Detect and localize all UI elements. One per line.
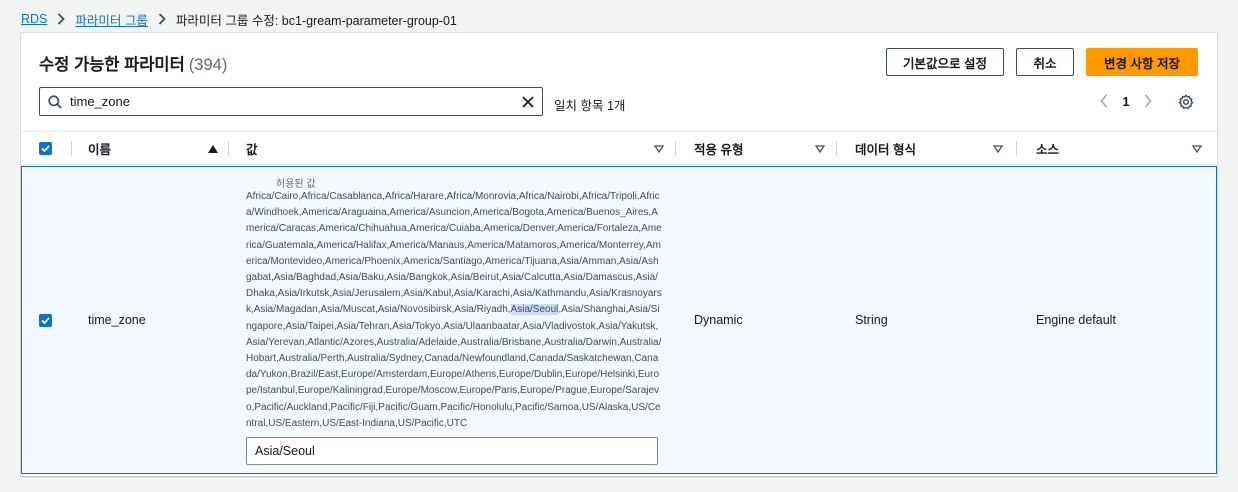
select-all-cell — [39, 132, 59, 165]
column-header-name[interactable]: 이름 — [88, 132, 218, 165]
panel-title: 수정 가능한 파라미터 (394) — [39, 51, 227, 75]
panel-title-text: 수정 가능한 파라미터 — [39, 56, 185, 74]
parameters-panel: 수정 가능한 파라미터(394) 기본값으로 설정 취소 변경 사항 저장 일치… — [21, 33, 1217, 476]
breadcrumb-current: 파라미터 그룹 수정: bc1-gream-parameter-group-01 — [175, 13, 457, 28]
select-all-checkbox[interactable] — [39, 142, 52, 155]
column-header-source[interactable]: 소스 — [1036, 132, 1202, 165]
page-number[interactable]: 1 — [1115, 94, 1137, 109]
column-header-value[interactable]: 값 — [246, 132, 664, 165]
close-icon[interactable] — [514, 95, 542, 108]
search-input[interactable] — [70, 94, 514, 109]
table-header: 이름 값 적용 유형 데이터 형식 소스 — [21, 131, 1217, 165]
data-type-value: String — [855, 313, 888, 327]
match-count: 일치 항목 1개 — [554, 99, 626, 113]
column-apply-type-label: 적용 유형 — [694, 143, 744, 157]
column-value-label: 값 — [246, 143, 258, 157]
sort-down-icon[interactable] — [815, 144, 825, 153]
breadcrumb-rds[interactable]: RDS — [21, 12, 47, 26]
column-divider — [836, 141, 837, 156]
column-name-label: 이름 — [88, 143, 112, 157]
parameter-count: (394) — [188, 56, 228, 74]
allowed-values-before: Africa/Cairo,Africa/Casablanca,Africa/Ha… — [246, 191, 662, 316]
allowed-values-title: 허용된 값 — [276, 179, 316, 190]
column-divider — [1016, 141, 1017, 156]
allowed-values-after: ,Asia/Shanghai,Asia/Singapore,Asia/Taipe… — [246, 304, 662, 429]
source-value: Engine default — [1036, 313, 1116, 327]
chevron-right-icon — [57, 13, 66, 25]
search-icon — [40, 94, 70, 109]
breadcrumb-parameter-groups[interactable]: 파라미터 그룹 — [75, 10, 147, 29]
chevron-right-icon[interactable] — [1137, 90, 1159, 112]
column-data-type-label: 데이터 형식 — [855, 143, 916, 157]
allowed-values-highlight: Asia/Seoul — [510, 304, 559, 316]
breadcrumb: RDS 파라미터 그룹 파라미터 그룹 수정: bc1-gream-parame… — [21, 10, 457, 28]
save-changes-button[interactable]: 변경 사항 저장 — [1086, 48, 1198, 76]
reset-defaults-button[interactable]: 기본값으로 설정 — [886, 48, 1004, 76]
parameter-name: time_zone — [88, 313, 146, 327]
sort-up-icon[interactable] — [208, 144, 218, 153]
parameter-value-input[interactable] — [246, 437, 658, 465]
column-divider — [228, 141, 229, 156]
settings-icon[interactable] — [1175, 91, 1197, 113]
chevron-left-icon[interactable] — [1093, 90, 1115, 112]
column-header-apply-type[interactable]: 적용 유형 — [694, 132, 825, 165]
column-header-data-type[interactable]: 데이터 형식 — [855, 132, 1003, 165]
sort-down-icon[interactable] — [654, 144, 664, 153]
search-box — [39, 87, 543, 116]
chevron-right-icon — [158, 13, 166, 25]
column-source-label: 소스 — [1036, 143, 1060, 157]
sort-down-icon[interactable] — [1192, 144, 1202, 153]
row-checkbox[interactable] — [39, 314, 52, 327]
sort-down-icon[interactable] — [993, 144, 1003, 153]
column-divider — [675, 141, 676, 156]
cancel-button[interactable]: 취소 — [1016, 48, 1074, 76]
allowed-values-list: Africa/Cairo,Africa/Casablanca,Africa/Ha… — [246, 189, 662, 432]
pagination: 1 — [1093, 90, 1159, 112]
column-divider — [71, 141, 72, 156]
apply-type-value: Dynamic — [694, 313, 743, 327]
